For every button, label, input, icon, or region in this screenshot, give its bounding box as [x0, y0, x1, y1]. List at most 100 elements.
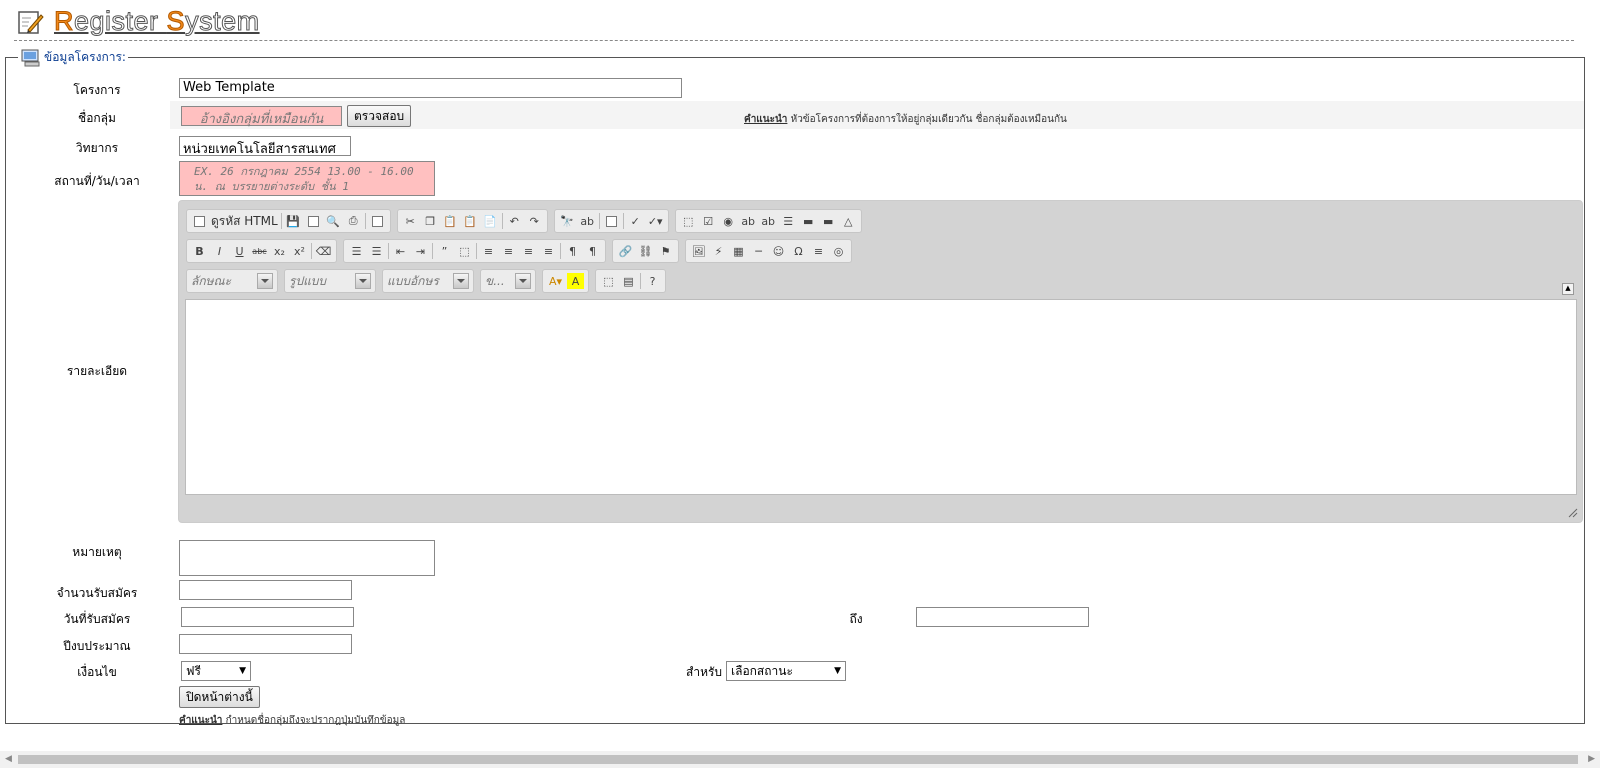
align-right-icon[interactable]: ≡	[520, 243, 537, 259]
scrollbar-thumb[interactable]	[18, 755, 1578, 764]
note-textarea[interactable]	[179, 540, 435, 576]
format-combo[interactable]: รูปแบบ	[284, 269, 376, 293]
select-icon[interactable]: ☰	[780, 213, 797, 229]
spellcheck-icon[interactable]: ✓	[627, 213, 644, 229]
find-icon[interactable]: 🔭	[559, 213, 576, 229]
image-button-icon[interactable]: ▬	[820, 213, 837, 229]
source-icon[interactable]	[191, 213, 208, 229]
bg-color-icon[interactable]: A	[567, 273, 584, 289]
check-button[interactable]: ตรวจสอบ	[347, 105, 412, 127]
outdent-icon[interactable]: ⇤	[392, 243, 409, 259]
new-page-icon[interactable]	[305, 213, 322, 229]
group-name-input[interactable]: อ้างอิงกลุ่มที่เหมือนกัน	[181, 106, 342, 127]
textarea-icon[interactable]: ab	[760, 213, 777, 229]
superscript-icon[interactable]: x²	[291, 243, 308, 259]
flash-icon[interactable]: ⚡	[710, 243, 727, 259]
scroll-right-arrow-icon[interactable]: ▶	[1588, 754, 1595, 764]
speaker-input[interactable]: หน่วยเทคโนโลยีสารสนเทศ	[179, 136, 351, 157]
indent-icon[interactable]: ⇥	[412, 243, 429, 259]
legend-text: ข้อมูลโครงการ:	[44, 50, 126, 64]
paste-word-icon[interactable]: 📄	[482, 213, 499, 229]
underline-icon[interactable]: U	[231, 243, 248, 259]
reg-date-end-input[interactable]	[916, 607, 1089, 627]
print-icon[interactable]: ⎙	[345, 213, 362, 229]
copy-icon[interactable]: ❐	[422, 213, 439, 229]
text-color-icon[interactable]: A▾	[547, 273, 564, 289]
chevron-down-icon	[257, 273, 273, 289]
subscript-icon[interactable]: x₂	[271, 243, 288, 259]
editor-content-area[interactable]	[185, 299, 1577, 495]
close-window-button[interactable]: ปิดหน้าต่างนี้	[179, 686, 260, 708]
special-char-icon[interactable]: Ω	[790, 243, 807, 259]
paste-text-icon[interactable]: 📋	[462, 213, 479, 229]
unlink-icon[interactable]: ⛓	[637, 243, 654, 259]
view-source-button[interactable]: ดูรหัส HTML	[211, 212, 278, 231]
save-icon[interactable]: 💾	[285, 213, 302, 229]
preview-icon[interactable]: 🔍	[325, 213, 342, 229]
select-all-icon[interactable]	[603, 213, 620, 229]
link-icon[interactable]: 🔗	[617, 243, 634, 259]
align-left-icon[interactable]: ≡	[480, 243, 497, 259]
align-center-icon[interactable]: ≡	[500, 243, 517, 259]
toolbar-group-insert: 🖼 ⚡ ▦ ─ ☺ Ω ≡ ◎	[685, 239, 852, 263]
size-combo[interactable]: ข...	[480, 269, 536, 293]
form-icon[interactable]: ⬚	[680, 213, 697, 229]
replace-icon[interactable]: ab	[579, 213, 596, 229]
image-icon[interactable]: 🖼	[690, 243, 707, 259]
scroll-left-arrow-icon[interactable]: ◀	[5, 754, 12, 764]
reg-date-label: วันที่รับสมัคร	[63, 612, 131, 626]
footer-hint: คำแนะนำ กำหนดชื่อกลุ่มถึงจะปรากฎปุ่มบันท…	[179, 715, 406, 726]
venue-textarea[interactable]: EX. 26 กรกฎาคม 2554 13.00 - 16.00 น. ณ บ…	[179, 161, 435, 196]
collapse-toolbar-icon[interactable]: ▲	[1562, 283, 1574, 295]
smiley-icon[interactable]: ☺	[770, 243, 787, 259]
reg-date-start-input[interactable]	[181, 607, 354, 627]
app-title[interactable]: Register System	[54, 6, 260, 37]
font-combo[interactable]: แบบอักษร	[382, 269, 474, 293]
paste-icon[interactable]: 📋	[442, 213, 459, 229]
radio-icon[interactable]: ◉	[720, 213, 737, 229]
undo-icon[interactable]: ↶	[506, 213, 523, 229]
checkbox-icon[interactable]: ☑	[700, 213, 717, 229]
blockquote-icon[interactable]: ”	[436, 243, 453, 259]
iframe-icon[interactable]: ◎	[830, 243, 847, 259]
align-justify-icon[interactable]: ≡	[540, 243, 557, 259]
ltr-icon[interactable]: ¶	[564, 243, 581, 259]
budget-year-label: ปีงบประมาณ	[63, 639, 131, 653]
project-input[interactable]: Web Template	[179, 78, 682, 98]
capacity-input[interactable]	[179, 580, 352, 600]
condition-select[interactable]: ฟรี ▼	[181, 661, 251, 681]
styles-combo[interactable]: ลักษณะ	[186, 269, 278, 293]
cut-icon[interactable]: ✂	[402, 213, 419, 229]
anchor-icon[interactable]: ⚑	[657, 243, 674, 259]
help-icon[interactable]: ?	[644, 273, 661, 289]
toolbar-group-editing: 🔭 ab ✓ ✓▾	[553, 209, 669, 233]
budget-year-input[interactable]	[179, 634, 352, 654]
horizontal-scrollbar[interactable]: ◀ ▶	[0, 751, 1600, 768]
show-blocks-icon[interactable]: ▤	[620, 273, 637, 289]
textfield-icon[interactable]: ab	[740, 213, 757, 229]
page-break-icon[interactable]: ≡	[810, 243, 827, 259]
hidden-field-icon[interactable]: △	[840, 213, 857, 229]
spellcheck-dropdown-icon[interactable]: ✓▾	[647, 213, 664, 229]
button-icon[interactable]: ▬	[800, 213, 817, 229]
rtl-icon[interactable]: ¶	[584, 243, 601, 259]
bold-icon[interactable]: B	[191, 243, 208, 259]
strike-icon[interactable]: abc	[251, 243, 268, 259]
div-icon[interactable]: ⬚	[456, 243, 473, 259]
speaker-label: วิทยากร	[75, 141, 119, 155]
resize-grip-icon[interactable]	[1566, 506, 1578, 518]
table-icon[interactable]: ▦	[730, 243, 747, 259]
templates-icon[interactable]	[369, 213, 386, 229]
capacity-label: จำนวนรับสมัคร	[56, 586, 138, 600]
editor-toolbar-row-3: ลักษณะ รูปแบบ แบบอักษร ข... A▾ A ⬚ ▤ ?	[186, 269, 666, 293]
maximize-icon[interactable]: ⬚	[600, 273, 617, 289]
horizontal-rule-icon[interactable]: ─	[750, 243, 767, 259]
remove-format-icon[interactable]: ⌫	[315, 243, 332, 259]
numbered-list-icon[interactable]: ☰	[348, 243, 365, 259]
italic-icon[interactable]: I	[211, 243, 228, 259]
fieldset-legend: ข้อมูลโครงการ:	[18, 48, 128, 67]
redo-icon[interactable]: ↷	[526, 213, 543, 229]
notepad-pencil-icon	[18, 11, 44, 34]
bulleted-list-icon[interactable]: ☰	[368, 243, 385, 259]
for-status-select[interactable]: เลือกสถานะ ▼	[726, 661, 846, 681]
